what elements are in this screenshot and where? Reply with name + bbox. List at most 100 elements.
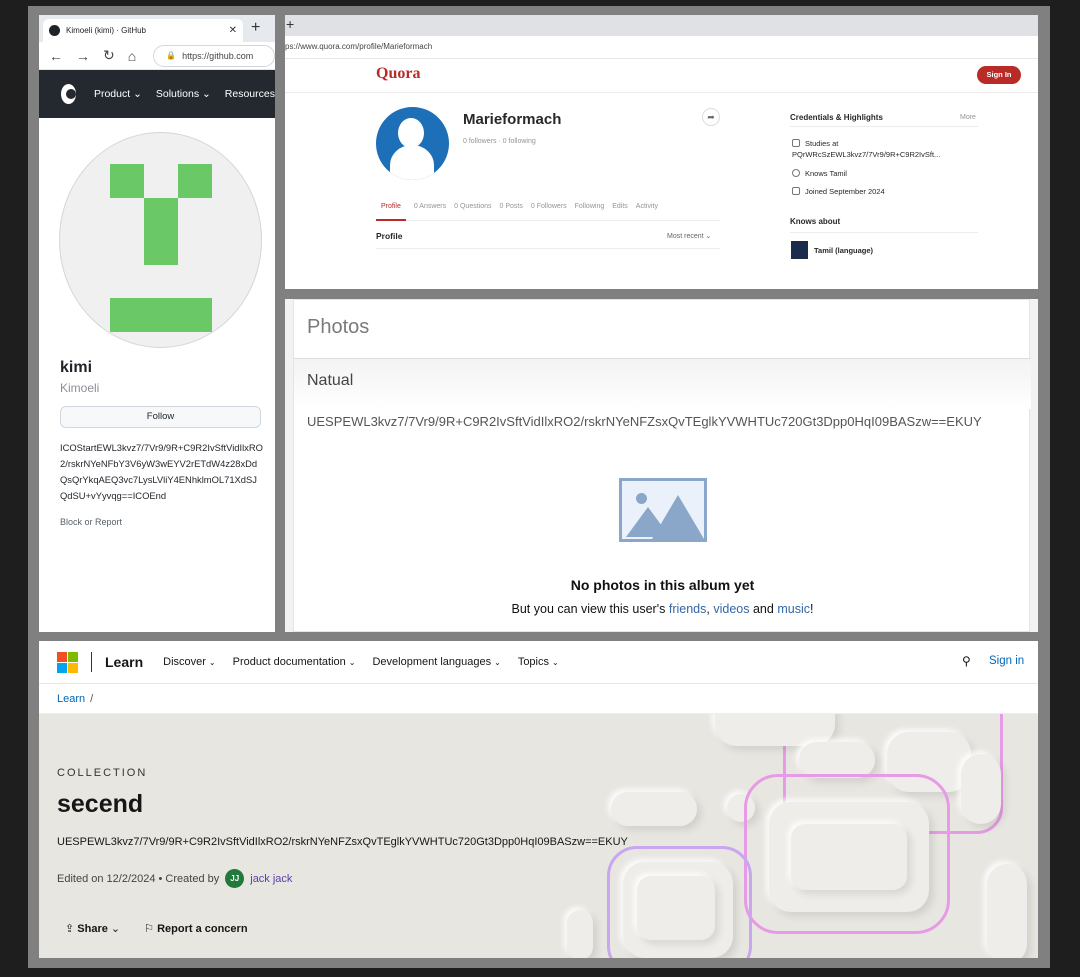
album-title: Natual [307, 372, 354, 389]
empty-state-subtitle: But you can view this user's friends, vi… [511, 602, 814, 616]
page-title: secend [57, 790, 144, 818]
browser-tab[interactable]: Kimoeli (kimi) · GitHub ✕ [43, 19, 243, 42]
tab-followers[interactable]: 0 Followers [531, 202, 567, 220]
close-tab-icon[interactable]: ✕ [229, 25, 237, 36]
avatar[interactable] [59, 132, 262, 348]
image-placeholder-icon [619, 478, 707, 542]
credentials-divider [790, 126, 978, 127]
report-concern-button[interactable]: ⚐ Report a concern [144, 922, 247, 935]
github-favicon-icon [49, 25, 60, 36]
chevron-down-icon: ⌄ [705, 233, 712, 240]
chevron-down-icon: ⌄ [208, 658, 216, 667]
chevron-down-icon: ⌄ [494, 658, 501, 667]
browser-tab-bar: Kimoeli (kimi) · GitHub ✕ + [39, 15, 275, 42]
knows-about-title: Knows about [790, 217, 841, 226]
follow-button[interactable]: Follow [60, 406, 261, 428]
knows-about-divider [790, 232, 978, 233]
tab-following[interactable]: Following [575, 202, 605, 220]
section-title: Profile [376, 231, 403, 241]
microsoft-logo-icon[interactable] [57, 651, 78, 673]
profile-tabs: Profile 0 Answers 0 Questions 0 Posts 0 … [376, 202, 720, 221]
profile-bio: ICOStartEWL3kvz7/7Vr9/9R+C9R2IvSftVidIlx… [60, 442, 263, 501]
sign-in-button[interactable]: Sign In [977, 66, 1021, 84]
empty-state-title: No photos in this album yet [570, 577, 755, 593]
tab-profile[interactable]: Profile [376, 202, 406, 221]
page-title: Photos [307, 316, 370, 338]
share-button[interactable]: ⇪ Share ⌄ [65, 922, 120, 935]
menu-topics[interactable]: Topics ⌄ [518, 656, 559, 668]
quora-logo[interactable]: Quora [376, 65, 420, 83]
chevron-down-icon: ⌄ [552, 658, 559, 667]
nav-resources[interactable]: Resources [225, 88, 275, 100]
chevron-down-icon: ⌄ [110, 923, 121, 935]
share-icon: ⇪ [65, 923, 75, 935]
photos-window: Photos Natual UESPEWL3kvz7/7Vr9/9R+C9R2I… [285, 299, 1038, 632]
author-avatar[interactable]: JJ [225, 869, 245, 888]
follow-stats[interactable]: 0 followers · 0 following [463, 138, 536, 145]
calendar-icon [792, 187, 800, 195]
address-bar[interactable]: ps://www.quora.com/profile/Marieformach [285, 36, 1038, 59]
credential-language: Knows Tamil [792, 168, 847, 179]
quora-window: + ps://www.quora.com/profile/Marieformac… [285, 15, 1038, 289]
tab-edits[interactable]: Edits [612, 202, 628, 220]
tab-title: Kimoeli (kimi) · GitHub [66, 26, 147, 35]
collection-hero: COLLECTION secend UESPEWL3kvz7/7Vr9/9R+C… [39, 714, 1038, 958]
collection-actions: ⇪ Share ⌄ ⚐ Report a concern [65, 922, 248, 935]
topic-icon[interactable] [791, 241, 808, 259]
reload-icon[interactable]: ↻ [103, 47, 115, 64]
browser-toolbar: ← → ↻ ⌂ 🔒 https://github.com [39, 42, 275, 70]
photos-panel: Photos Natual UESPEWL3kvz7/7Vr9/9R+C9R2I… [293, 299, 1031, 632]
avatar [376, 107, 449, 180]
profile-name: kimi [60, 359, 93, 376]
mslearn-window: Learn Discover ⌄ Product documentation ⌄ D… [39, 641, 1038, 958]
github-header: Product ⌄ Solutions ⌄ Resources [39, 70, 275, 118]
topic-link[interactable]: Tamil (language) [814, 246, 873, 255]
credential-studies: Studies at PQrWRcSzEWL3kvz7/7Vr9/9R+C9R2… [792, 139, 941, 159]
forward-icon[interactable]: → [76, 48, 90, 64]
globe-icon [792, 169, 800, 177]
search-icon[interactable]: ⚲ [962, 654, 971, 668]
breadcrumb-learn[interactable]: Learn [57, 693, 85, 705]
album-description: UESPEWL3kvz7/7Vr9/9R+C9R2IvSftVidIlxRO2/… [307, 414, 982, 429]
sort-dropdown[interactable]: Most recent ⌄ [667, 232, 711, 240]
block-or-report-link[interactable]: Block or Report [60, 517, 122, 527]
friends-link[interactable]: friends [669, 602, 707, 616]
home-icon[interactable]: ⌂ [128, 48, 136, 64]
menu-development-languages[interactable]: Development languages ⌄ [372, 656, 500, 668]
credentials-title: Credentials & Highlights [790, 113, 883, 122]
tab-questions[interactable]: 0 Questions [454, 202, 491, 220]
lock-icon: 🔒 [166, 51, 177, 60]
new-tab-icon[interactable]: + [286, 16, 294, 32]
videos-link[interactable]: videos [713, 602, 749, 616]
mslearn-header: Learn Discover ⌄ Product documentation ⌄ D… [39, 641, 1038, 684]
address-bar[interactable]: 🔒 https://github.com [153, 44, 275, 67]
header-divider [285, 92, 1038, 93]
flag-icon: ⚐ [144, 923, 155, 935]
new-tab-icon[interactable]: + [251, 19, 260, 37]
more-link[interactable]: More [960, 114, 976, 121]
author-link[interactable]: jack jack [250, 873, 292, 885]
collection-meta: Edited on 12/2/2024 • Created by JJ jack… [57, 869, 292, 888]
profile-login: Kimoeli [60, 381, 100, 395]
breadcrumb: Learn / [39, 684, 1038, 714]
github-window: Kimoeli (kimi) · GitHub ✕ + ← → ↻ ⌂ 🔒 ht… [39, 15, 275, 632]
menu-product-documentation[interactable]: Product documentation ⌄ [233, 656, 356, 668]
collection-description: UESPEWL3kvz7/7Vr9/9R+C9R2IvSftVidIlxRO2/… [57, 836, 628, 848]
nav-product[interactable]: Product ⌄ [94, 88, 142, 100]
profile-name: Marieformach [463, 111, 562, 128]
chevron-down-icon: ⌄ [348, 658, 356, 667]
credential-joined: Joined September 2024 [792, 186, 885, 197]
learn-brand[interactable]: Learn [105, 654, 143, 670]
github-logo-icon[interactable] [61, 84, 76, 104]
section-divider [376, 248, 720, 249]
tab-answers[interactable]: 0 Answers [414, 202, 446, 220]
sign-in-link[interactable]: Sign in [989, 655, 1024, 667]
nav-solutions[interactable]: Solutions ⌄ [156, 88, 211, 100]
menu-discover[interactable]: Discover ⌄ [163, 656, 216, 668]
back-icon[interactable]: ← [49, 48, 63, 64]
collection-label: COLLECTION [57, 767, 148, 779]
share-icon[interactable]: ➦ [702, 108, 720, 126]
tab-activity[interactable]: Activity [636, 202, 658, 220]
tab-posts[interactable]: 0 Posts [500, 202, 523, 220]
music-link[interactable]: music [777, 602, 810, 616]
